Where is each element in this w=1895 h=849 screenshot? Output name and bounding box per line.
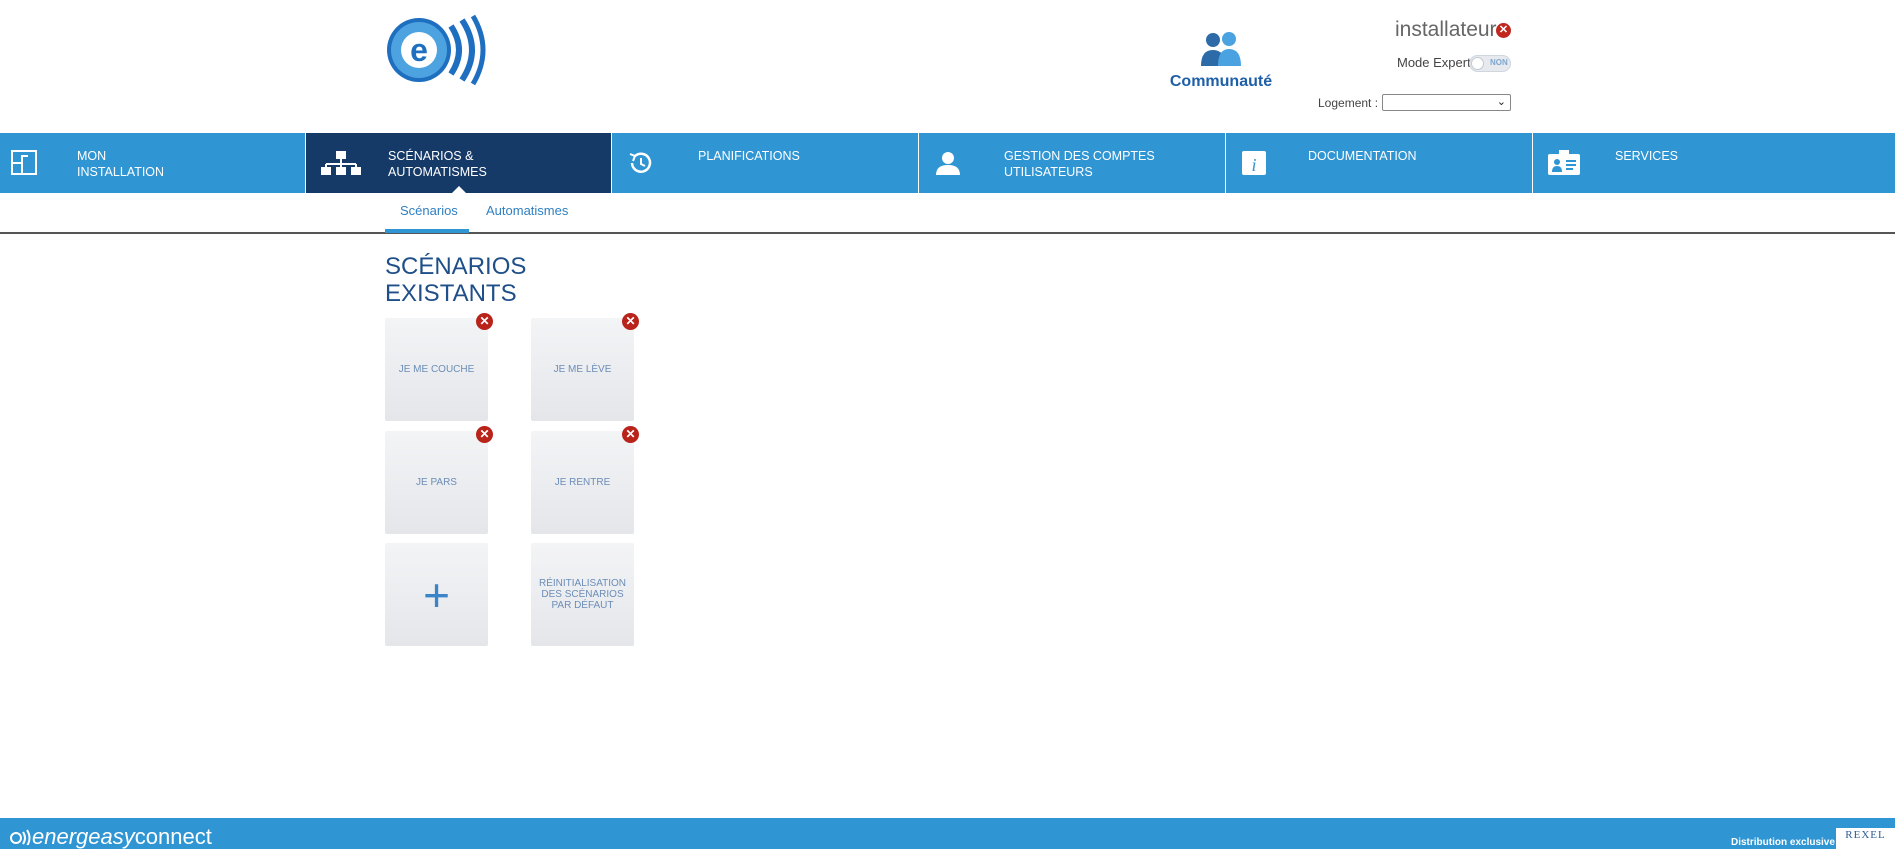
- active-tab-indicator: [385, 229, 469, 233]
- rexel-logo: REXEL: [1836, 828, 1895, 849]
- nav-label: GESTION DES COMPTES UTILISATEURS: [1004, 149, 1155, 179]
- tile-label: RÉINITIALISATION DES SCÉNARIOS PAR DÉFAU…: [538, 578, 627, 611]
- user-icon: [936, 152, 960, 175]
- community-icon: [1201, 32, 1241, 66]
- sub-nav: Scénarios Automatismes: [0, 193, 1895, 234]
- scenario-tile-je-rentre[interactable]: JE RENTRE: [531, 431, 634, 534]
- toggle-knob: [1471, 57, 1484, 70]
- brand-light: energeasy: [32, 824, 135, 849]
- nav-label: SCÉNARIOS & AUTOMATISMES: [388, 149, 487, 179]
- info-icon: i: [1242, 151, 1266, 175]
- brand-bold: connect: [134, 824, 212, 849]
- mode-expert-label: Mode Expert: [1397, 55, 1471, 70]
- user-name: installateur: [1395, 18, 1497, 41]
- svg-text:e: e: [410, 32, 428, 68]
- nav-item-scenarios[interactable]: SCÉNARIOS & AUTOMATISMES: [306, 133, 612, 193]
- tile-label: JE ME LÈVE: [553, 364, 612, 375]
- scenario-tile-je-me-leve[interactable]: JE ME LÈVE: [531, 318, 634, 421]
- scenario-tile-je-pars[interactable]: JE PARS: [385, 431, 488, 534]
- tile-label: JE PARS: [416, 477, 457, 488]
- tile-label: JE ME COUCHE: [398, 364, 475, 375]
- distribution-label: Distribution exclusive: [1731, 837, 1835, 848]
- delete-icon[interactable]: ✕: [476, 313, 493, 330]
- plus-icon: +: [423, 568, 450, 621]
- scenarios-icon: [321, 151, 361, 175]
- installation-icon: [11, 150, 37, 175]
- nav-item-documentation[interactable]: i DOCUMENTATION: [1226, 133, 1533, 193]
- delete-icon[interactable]: ✕: [622, 426, 639, 443]
- logement-label: Logement :: [1318, 96, 1379, 110]
- energeasy-logo[interactable]: e: [385, 14, 487, 86]
- chevron-down-icon: ⌄: [1496, 96, 1506, 108]
- signal-icon: [10, 829, 31, 847]
- history-icon: [629, 152, 652, 173]
- footer-brand: energeasyconnect: [10, 824, 212, 849]
- scenario-tile-je-me-couche[interactable]: JE ME COUCHE: [385, 318, 488, 421]
- community-link[interactable]: Communauté: [1165, 30, 1277, 90]
- svg-text:i: i: [1251, 155, 1256, 175]
- community-label: Communauté: [1169, 73, 1273, 90]
- delete-icon[interactable]: ✕: [622, 313, 639, 330]
- nav-label: MON INSTALLATION: [77, 149, 165, 179]
- tile-label: JE RENTRE: [554, 477, 611, 488]
- page-title: SCÉNARIOS EXISTANTS: [385, 253, 527, 307]
- tab-scenarios[interactable]: Scénarios: [400, 203, 458, 218]
- delete-icon[interactable]: ✕: [476, 426, 493, 443]
- nav-item-mon-installation[interactable]: MON INSTALLATION: [0, 133, 306, 193]
- logement-select[interactable]: ⌄: [1382, 94, 1511, 111]
- nav-item-planifications[interactable]: PLANIFICATIONS: [612, 133, 919, 193]
- add-scenario-button[interactable]: +: [385, 543, 488, 646]
- nav-label: PLANIFICATIONS: [698, 149, 800, 163]
- nav-label: DOCUMENTATION: [1308, 149, 1417, 163]
- nav-item-services[interactable]: SERVICES: [1533, 133, 1895, 193]
- footer: energeasyconnect Distribution exclusive …: [0, 818, 1895, 849]
- logout-icon[interactable]: ✕: [1496, 23, 1511, 38]
- services-icon: [1548, 150, 1580, 175]
- tab-automatismes[interactable]: Automatismes: [486, 203, 568, 218]
- rexel-label: REXEL: [1845, 829, 1886, 841]
- reset-scenarios-button[interactable]: RÉINITIALISATION DES SCÉNARIOS PAR DÉFAU…: [531, 543, 634, 646]
- nav-item-gestion-comptes[interactable]: GESTION DES COMPTES UTILISATEURS: [919, 133, 1226, 193]
- toggle-state: NON: [1490, 58, 1508, 67]
- nav-label: SERVICES: [1615, 149, 1678, 163]
- main-nav: MON INSTALLATION SCÉNARIOS & AUTOMATISME…: [0, 133, 1895, 193]
- header: e Communauté installateur ✕ Mode Expert …: [0, 0, 1895, 133]
- mode-expert-toggle[interactable]: NON: [1469, 55, 1511, 72]
